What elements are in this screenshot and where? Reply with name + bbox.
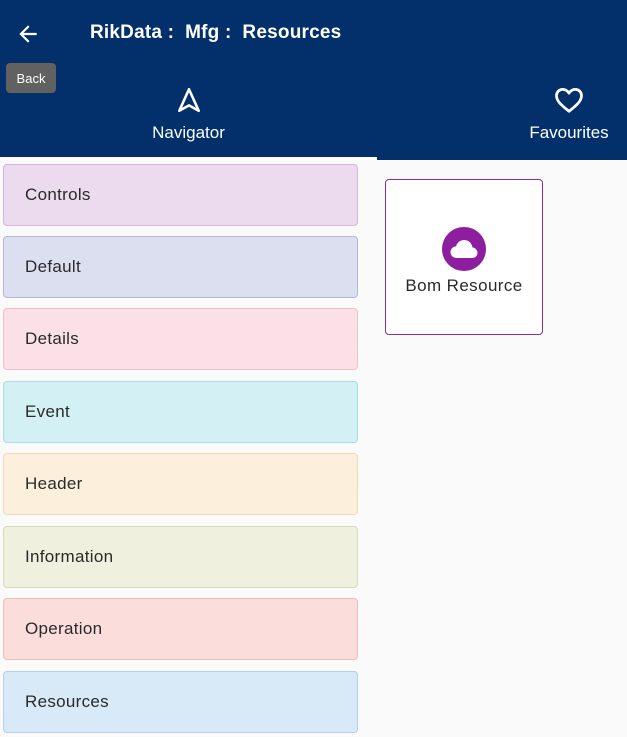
category-label: Controls (25, 185, 91, 204)
navigation-arrow-icon (177, 87, 200, 113)
category-item-default[interactable]: Default (3, 236, 358, 298)
page-title: RikData : Mfg : Resources (90, 22, 342, 43)
app-screen: RikData : Mfg : Resources Back Navigator… (0, 0, 627, 737)
app-bar: RikData : Mfg : Resources Back Navigator… (0, 0, 627, 160)
category-label: Details (25, 329, 80, 348)
tab-navigator-label: Navigator (152, 123, 225, 142)
cloud-icon (442, 227, 486, 271)
category-item-controls[interactable]: Controls (3, 164, 358, 226)
category-label: Information (25, 547, 114, 566)
card-label: Bom Resource (405, 276, 523, 295)
category-label: Default (25, 257, 81, 276)
category-label: Resources (25, 692, 109, 711)
category-label: Header (25, 474, 83, 493)
tab-favourites-label: Favourites (529, 123, 609, 142)
tab-favourites[interactable]: Favourites (511, 70, 627, 160)
tab-navigator[interactable]: Navigator (0, 70, 377, 160)
heart-outline-icon (555, 88, 583, 113)
category-item-operation[interactable]: Operation (3, 598, 358, 660)
arrow-back-icon (19, 25, 37, 43)
back-button[interactable] (12, 18, 44, 50)
category-item-details[interactable]: Details (3, 308, 358, 370)
bom-resource-card[interactable]: Bom Resource (385, 179, 543, 335)
category-label: Event (25, 402, 70, 421)
category-item-resources[interactable]: Resources (3, 671, 358, 733)
category-item-header[interactable]: Header (3, 453, 358, 515)
category-item-event[interactable]: Event (3, 381, 358, 443)
category-item-information[interactable]: Information (3, 526, 358, 588)
selected-tab-indicator (0, 157, 377, 160)
category-label: Operation (25, 619, 103, 638)
